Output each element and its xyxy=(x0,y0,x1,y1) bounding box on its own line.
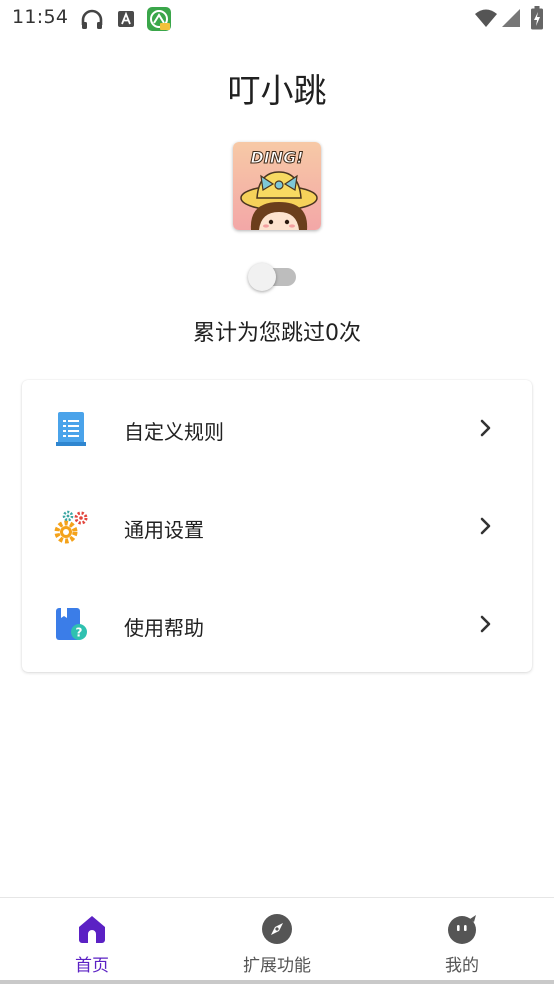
help-book-icon: ? xyxy=(56,608,87,640)
profile-face-icon xyxy=(448,915,476,944)
bottom-edge xyxy=(0,980,554,984)
chevron-right-icon xyxy=(480,517,491,535)
a-notification-icon xyxy=(118,11,134,27)
menu-item-label: 使用帮助 xyxy=(124,616,204,640)
gears-icon xyxy=(54,510,88,544)
signal-icon xyxy=(502,9,520,27)
headphones-icon xyxy=(81,9,103,29)
menu-item-label: 通用设置 xyxy=(124,518,204,542)
app-title: 叮小跳 xyxy=(227,71,327,110)
menu-item-help[interactable]: ? 使用帮助 xyxy=(22,576,532,674)
document-list-icon xyxy=(56,412,86,446)
home-icon xyxy=(79,916,105,943)
status-time: 11:54 xyxy=(12,6,69,28)
nav-label: 我的 xyxy=(445,956,479,976)
bottom-navigation: 首页 扩展功能 我的 xyxy=(0,897,554,984)
chevron-right-icon xyxy=(480,419,491,437)
wifi-icon xyxy=(475,9,497,27)
chevron-right-icon xyxy=(480,615,491,633)
menu-item-general-settings[interactable]: 通用设置 xyxy=(22,478,532,576)
app-notification-icon xyxy=(147,7,171,31)
app-logo: DING! xyxy=(233,142,321,230)
nav-label: 扩展功能 xyxy=(243,956,311,976)
skip-count-text: 累计为您跳过0次 xyxy=(193,321,361,346)
service-toggle-switch[interactable] xyxy=(248,261,298,293)
switch-thumb xyxy=(248,263,276,291)
battery-icon xyxy=(531,6,543,30)
logo-text: DING! xyxy=(250,148,303,167)
svg-text:?: ? xyxy=(76,626,83,640)
nav-item-extensions[interactable]: 扩展功能 xyxy=(185,898,369,984)
nav-item-home[interactable]: 首页 xyxy=(0,898,184,984)
menu-card: 自定义规则 通用设置 ? 使用帮助 xyxy=(22,380,532,672)
status-bar: 11:54 xyxy=(0,0,554,38)
compass-icon xyxy=(262,914,292,944)
nav-item-mine[interactable]: 我的 xyxy=(370,898,554,984)
menu-item-custom-rules[interactable]: 自定义规则 xyxy=(22,380,532,478)
app-screen: 11:54 叮小跳 DING! 累计为您跳过0次 自定义规则 通用设置 ? 使用… xyxy=(0,0,554,984)
menu-item-label: 自定义规则 xyxy=(124,420,224,444)
nav-label: 首页 xyxy=(75,956,109,976)
